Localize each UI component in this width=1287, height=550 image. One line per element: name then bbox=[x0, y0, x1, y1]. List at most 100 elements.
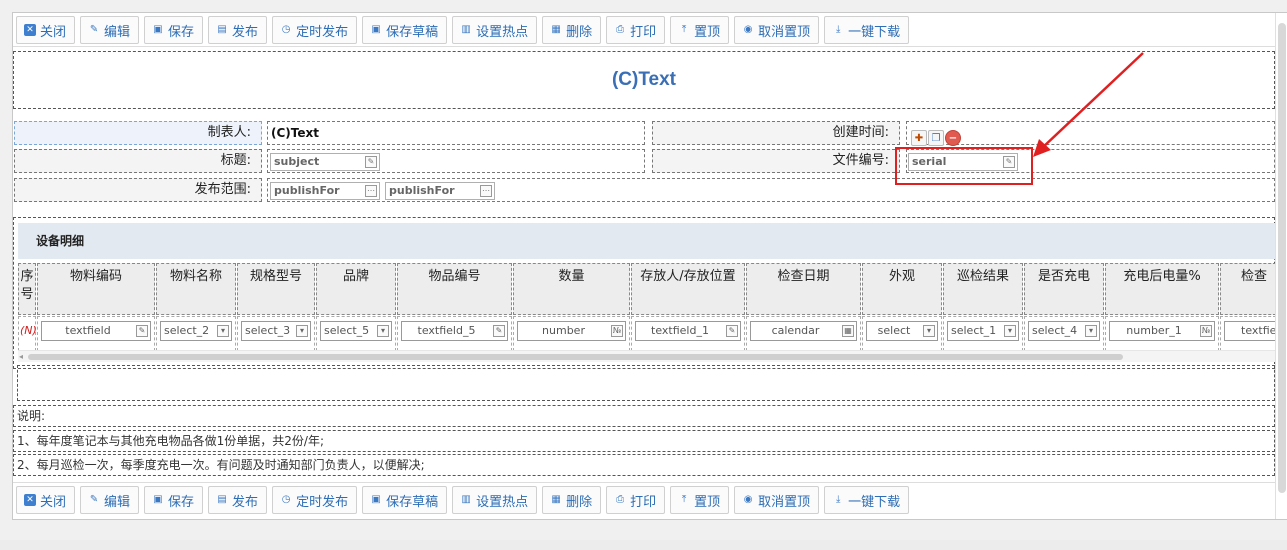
scroll-left-icon[interactable]: ◂ bbox=[19, 352, 23, 361]
blank-area bbox=[17, 365, 1275, 401]
cell-appearance: select ▾ bbox=[862, 316, 942, 351]
close-button[interactable]: ✕ 关闭 bbox=[16, 486, 76, 514]
check-date-picker[interactable]: calendar ▦ bbox=[750, 321, 857, 341]
cell-material-code: textfield ✎ bbox=[37, 316, 155, 351]
subject-label: 标题: bbox=[14, 149, 262, 173]
charged-select[interactable]: select_4 ▾ bbox=[1028, 321, 1100, 341]
one-click-download-button[interactable]: ⤓ 一键下载 bbox=[824, 486, 910, 514]
edit-button[interactable]: ✎ 编辑 bbox=[80, 486, 140, 514]
remove-icon[interactable]: − bbox=[945, 130, 961, 146]
battery-after-charge-input[interactable]: number_1 № bbox=[1109, 321, 1215, 341]
col-header-check-date: 检查日期 bbox=[746, 263, 861, 315]
scheduled-publish-button[interactable]: ◷ 定时发布 bbox=[272, 486, 358, 514]
download-icon: ⤓ bbox=[835, 494, 841, 505]
trash-icon: ▦ bbox=[551, 494, 561, 505]
col-header-inspection-result: 巡检结果 bbox=[943, 263, 1023, 315]
save-draft-button[interactable]: ▣ 保存草稿 bbox=[362, 16, 448, 44]
cell-inspection-result: select_1 ▾ bbox=[943, 316, 1023, 351]
form-title: (C)Text bbox=[611, 69, 677, 90]
set-hotspot-button[interactable]: ▥ 设置热点 bbox=[452, 16, 538, 44]
delete-button[interactable]: ▦ 删除 bbox=[542, 16, 602, 44]
cell-custodian-location: textfield_1 ✎ bbox=[631, 316, 745, 351]
close-icon: ✕ bbox=[24, 494, 36, 506]
col-header-charged: 是否充电 bbox=[1024, 263, 1104, 315]
scrollbar-thumb[interactable] bbox=[1278, 23, 1286, 493]
number-field-icon: № bbox=[611, 325, 623, 337]
draft-save-icon: ▣ bbox=[371, 494, 381, 505]
print-button[interactable]: ⎙ 打印 bbox=[606, 16, 666, 44]
spec-model-select[interactable]: select_3 ▾ bbox=[241, 321, 311, 341]
cell-charged: select_4 ▾ bbox=[1024, 316, 1104, 351]
brand-select[interactable]: select_5 ▾ bbox=[320, 321, 392, 341]
pencil-icon: ✎ bbox=[89, 24, 99, 35]
publish-for-input-1[interactable]: publishFor ⋯ bbox=[270, 182, 380, 200]
set-hotspot-button[interactable]: ▥ 设置热点 bbox=[452, 486, 538, 514]
edit-field-icon: ✎ bbox=[726, 325, 738, 337]
delete-button[interactable]: ▦ 删除 bbox=[542, 486, 602, 514]
pin-top-button[interactable]: ⤒ 置顶 bbox=[670, 486, 730, 514]
one-click-download-button[interactable]: ⤓ 一键下载 bbox=[824, 16, 910, 44]
cell-battery-after-charge: number_1 № bbox=[1105, 316, 1219, 351]
chevron-down-icon: ▾ bbox=[377, 325, 389, 337]
unpin-button[interactable]: ◉ 取消置顶 bbox=[734, 16, 820, 44]
created-time-label: 创建时间: bbox=[652, 121, 900, 145]
inspection-result-select[interactable]: select_1 ▾ bbox=[947, 321, 1019, 341]
col-header-check: 检查 bbox=[1220, 263, 1276, 315]
notes-line-1: 1、每年度笔记本与其他充电物品各做1份单据，共2份/年; bbox=[13, 430, 1275, 452]
printer-icon: ⎙ bbox=[616, 494, 625, 505]
vertical-scrollbar[interactable] bbox=[1275, 13, 1287, 519]
copy-icon[interactable]: ❐ bbox=[928, 130, 944, 146]
page-footer-band bbox=[0, 540, 1287, 550]
cell-mini-toolbar: ✚ ❐ − bbox=[911, 130, 961, 146]
appearance-select[interactable]: select ▾ bbox=[866, 321, 938, 341]
col-header-battery-after-charge: 充电后电量% bbox=[1105, 263, 1219, 315]
download-icon: ⤓ bbox=[835, 24, 841, 35]
annotation-highlight-box bbox=[895, 147, 1033, 185]
publish-button[interactable]: ▤ 发布 bbox=[208, 16, 268, 44]
print-button[interactable]: ⎙ 打印 bbox=[606, 486, 666, 514]
publish-scope-row: 发布范围: publishFor ⋯ publishFor ⋯ bbox=[13, 178, 1275, 204]
select-people-icon: ⋯ bbox=[480, 185, 492, 197]
scrollbar-thumb[interactable] bbox=[28, 354, 1123, 360]
chevron-down-icon: ▾ bbox=[1004, 325, 1016, 337]
cell-material-name: select_2 ▾ bbox=[156, 316, 236, 351]
col-header-custodian-location: 存放人/存放位置 bbox=[631, 263, 745, 315]
save-button[interactable]: ▣ 保存 bbox=[144, 486, 204, 514]
scheduled-publish-button[interactable]: ◷ 定时发布 bbox=[272, 16, 358, 44]
pin-top-button[interactable]: ⤒ 置顶 bbox=[670, 16, 730, 44]
subject-input[interactable]: subject ✎ bbox=[270, 153, 380, 171]
close-button[interactable]: ✕ 关闭 bbox=[16, 16, 76, 44]
select-people-icon: ⋯ bbox=[365, 185, 377, 197]
pencil-icon: ✎ bbox=[89, 494, 99, 505]
top-toolbar: ✕ 关闭 ✎ 编辑 ▣ 保存 ▤ 发布 ◷ 定时发布 ▣ 保存草稿 ▥ 设置热点 ▦ 删除 ⎙ 打… bbox=[13, 13, 1275, 47]
detail-horizontal-scrollbar[interactable]: ◂ bbox=[18, 350, 1276, 362]
custodian-location-input[interactable]: textfield_1 ✎ bbox=[635, 321, 741, 341]
chevron-down-icon: ▾ bbox=[1085, 325, 1097, 337]
publish-for-input-2[interactable]: publishFor ⋯ bbox=[385, 182, 495, 200]
edit-button[interactable]: ✎ 编辑 bbox=[80, 16, 140, 44]
check-input[interactable]: textfiel bbox=[1224, 321, 1275, 341]
clock-icon: ◷ bbox=[281, 494, 291, 505]
material-name-select[interactable]: select_2 ▾ bbox=[160, 321, 232, 341]
col-header-quantity: 数量 bbox=[513, 263, 630, 315]
col-header-item-number: 物品编号 bbox=[397, 263, 512, 315]
calendar-icon: ▦ bbox=[842, 325, 854, 337]
save-draft-button[interactable]: ▣ 保存草稿 bbox=[362, 486, 448, 514]
edit-field-icon: ✎ bbox=[136, 325, 148, 337]
add-icon[interactable]: ✚ bbox=[911, 130, 927, 146]
unpin-button[interactable]: ◉ 取消置顶 bbox=[734, 486, 820, 514]
printer-icon: ⎙ bbox=[616, 24, 625, 35]
unpin-icon: ◉ bbox=[743, 494, 753, 505]
item-number-input[interactable]: textfield_5 ✎ bbox=[401, 321, 508, 341]
close-icon: ✕ bbox=[24, 24, 36, 36]
creator-label: 制表人: bbox=[14, 121, 262, 145]
material-code-input[interactable]: textfield ✎ bbox=[41, 321, 151, 341]
publish-icon: ▤ bbox=[217, 24, 227, 35]
cell-spec-model: select_3 ▾ bbox=[237, 316, 315, 351]
form-frame: ✕ 关闭 ✎ 编辑 ▣ 保存 ▤ 发布 ◷ 定时发布 ▣ 保存草稿 ▥ 设置热点 ▦ 删除 ⎙ 打… bbox=[12, 12, 1287, 520]
quantity-input[interactable]: number № bbox=[517, 321, 626, 341]
creator-value: (C)Text bbox=[267, 121, 645, 145]
unpin-icon: ◉ bbox=[743, 24, 753, 35]
publish-button[interactable]: ▤ 发布 bbox=[208, 486, 268, 514]
save-button[interactable]: ▣ 保存 bbox=[144, 16, 204, 44]
